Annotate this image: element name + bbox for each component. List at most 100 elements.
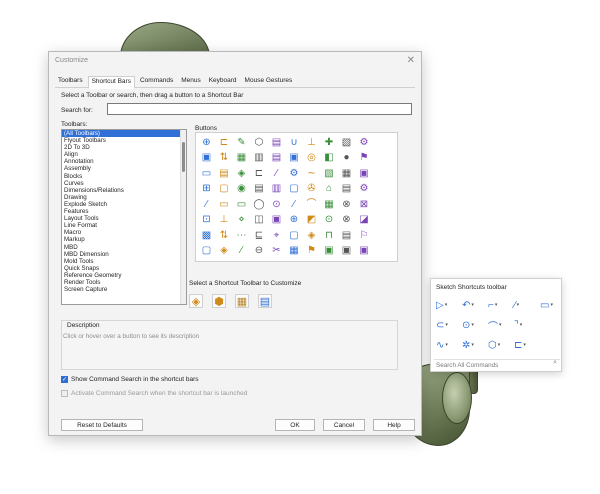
command-search-input[interactable]: Search All Commands — [434, 359, 560, 370]
command-button-icon[interactable]: ⚑ — [358, 152, 371, 165]
trim-icon[interactable]: ✲ ▾ — [462, 339, 484, 351]
command-button-icon[interactable]: ⌒ — [305, 198, 318, 211]
command-button-icon[interactable]: ⊏ — [253, 167, 266, 180]
command-button-icon[interactable]: ▣ — [270, 214, 283, 227]
command-button-icon[interactable]: ⚑ — [305, 245, 318, 258]
command-button-icon[interactable]: ⋯ — [235, 229, 248, 242]
toolbar-list-item[interactable]: Quick Snaps — [62, 265, 186, 272]
command-button-icon[interactable]: ⊥ — [218, 214, 231, 227]
command-button-icon[interactable]: ⊖ — [253, 245, 266, 258]
command-button-icon[interactable]: ● — [340, 152, 353, 165]
chevron-down-icon[interactable]: ▾ — [471, 342, 474, 348]
checkbox-checked[interactable]: ✓ — [61, 376, 68, 383]
chevron-down-icon[interactable]: ▾ — [471, 322, 474, 328]
toolbar-list-item[interactable]: (All Toolbars) — [62, 130, 186, 138]
toolbar-list-item[interactable]: Explode Sketch — [62, 201, 186, 208]
command-button-icon[interactable]: ◧ — [323, 152, 336, 165]
chevron-down-icon[interactable]: ▾ — [445, 322, 448, 328]
toolbar-list-item[interactable]: Drawing — [62, 194, 186, 201]
command-button-icon[interactable]: ▢ — [288, 183, 301, 196]
show-command-search-checkbox[interactable]: ✓ Show Command Search in the shortcut ba… — [61, 376, 199, 383]
command-button-icon[interactable]: ✂ — [270, 245, 283, 258]
command-button-icon[interactable]: ⊡ — [200, 214, 213, 227]
command-button-icon[interactable]: ◯ — [253, 198, 266, 211]
command-button-icon[interactable]: ⋄ — [235, 214, 248, 227]
chevron-down-icon[interactable]: ▾ — [517, 302, 520, 308]
command-button-icon[interactable]: ▤ — [270, 136, 283, 149]
toolbar-list-item[interactable]: Dimensions/Relations — [62, 187, 186, 194]
toolbar-list-item[interactable]: Flyout Toolbars — [62, 137, 186, 144]
toolbar-list-item[interactable]: Render Tools — [62, 279, 186, 286]
toolbar-list-item[interactable]: Layout Tools — [62, 215, 186, 222]
toolbars-scrollbar[interactable] — [180, 130, 186, 304]
fillet-icon[interactable]: ⌝ ▾ — [514, 319, 536, 331]
command-button-icon[interactable]: ⊕ — [200, 136, 213, 149]
drawing-shortcut-icon[interactable]: ▦ — [235, 294, 249, 308]
command-button-icon[interactable]: ⊑ — [253, 229, 266, 242]
select-icon[interactable]: ▷ ▾ — [436, 299, 458, 311]
toolbar-list-item[interactable]: MBD Dimension — [62, 251, 186, 258]
toolbar-list-item[interactable]: Features — [62, 208, 186, 215]
command-button-icon[interactable]: ⚐ — [358, 229, 371, 242]
command-button-icon[interactable]: ▤ — [200, 260, 213, 261]
command-button-icon[interactable]: ▣ — [323, 245, 336, 258]
feature-icon[interactable]: ⬡ ▾ — [488, 339, 510, 351]
toolbar-list-item[interactable]: Curves — [62, 180, 186, 187]
command-button-icon[interactable]: ▥ — [270, 183, 283, 196]
command-button-icon[interactable]: ▭ — [200, 167, 213, 180]
search-input[interactable] — [107, 103, 412, 115]
command-button-icon[interactable]: ⌂ — [323, 183, 336, 196]
offset-icon[interactable]: ⊏ ▾ — [514, 339, 536, 351]
command-button-icon[interactable]: ▢ — [288, 229, 301, 242]
command-button-icon[interactable]: ◎ — [305, 152, 318, 165]
command-button-icon[interactable]: ⊙ — [323, 214, 336, 227]
command-button-icon[interactable]: ⊞ — [200, 183, 213, 196]
command-button-icon[interactable]: ▢ — [200, 245, 213, 258]
command-button-icon[interactable]: ▩ — [200, 229, 213, 242]
toolbars-list[interactable]: (All Toolbars) Flyout Toolbars 2D To 3D Ali… — [61, 129, 187, 305]
command-button-icon[interactable]: ▣ — [358, 245, 371, 258]
command-button-icon[interactable]: ▭ — [218, 198, 231, 211]
command-button-icon[interactable]: ⊙ — [270, 198, 283, 211]
command-button-icon[interactable]: ▤ — [340, 183, 353, 196]
command-button-icon[interactable]: ⊗ — [340, 198, 353, 211]
ok-button[interactable]: OK — [275, 419, 315, 431]
part-shortcut-icon[interactable]: ◈ — [189, 294, 203, 308]
chevron-down-icon[interactable]: ▾ — [499, 322, 502, 328]
command-button-icon[interactable]: ⊗ — [340, 214, 353, 227]
tab-keyboard[interactable]: Keyboard — [206, 76, 240, 88]
command-button-icon[interactable]: ▣ — [358, 167, 371, 180]
command-button-icon[interactable]: ⌖ — [270, 229, 283, 242]
command-button-icon[interactable]: ▦ — [288, 245, 301, 258]
command-button-icon[interactable]: ◩ — [305, 214, 318, 227]
tab-toolbars[interactable]: Toolbars — [55, 76, 86, 88]
reset-to-defaults-button[interactable]: Reset to Defaults — [61, 419, 143, 431]
assembly-shortcut-icon[interactable]: ⬢ — [212, 294, 226, 308]
command-button-icon[interactable]: ⊏ — [218, 136, 231, 149]
search-icon[interactable]: ⌕ — [553, 359, 557, 367]
scroll-thumb[interactable] — [182, 142, 185, 172]
chevron-down-icon[interactable]: ▾ — [523, 342, 526, 348]
command-button-icon[interactable]: ▢ — [218, 183, 231, 196]
command-button-icon[interactable]: ✎ — [235, 136, 248, 149]
toolbar-list-item[interactable]: Markup — [62, 236, 186, 243]
command-button-icon[interactable]: ▤ — [253, 183, 266, 196]
toolbar-list-item[interactable]: Macro — [62, 229, 186, 236]
chevron-down-icon[interactable]: ▾ — [445, 302, 448, 308]
command-button-icon[interactable]: ⇅ — [218, 152, 231, 165]
spline-icon[interactable]: ∿ ▾ — [436, 339, 458, 351]
tab-mouse-gestures[interactable]: Mouse Gestures — [242, 76, 296, 88]
tab-menus[interactable]: Menus — [178, 76, 204, 88]
sketch-shortcut-icon[interactable]: ▤ — [258, 294, 272, 308]
command-button-icon[interactable]: ⊠ — [358, 198, 371, 211]
command-button-icon[interactable]: ∕ — [235, 245, 248, 258]
tab-shortcut-bars[interactable]: Shortcut Bars — [87, 76, 135, 89]
cancel-button[interactable]: Cancel — [323, 419, 365, 431]
chevron-down-icon[interactable]: ▾ — [445, 342, 448, 348]
rectangle-icon[interactable]: ▭ ▾ — [540, 299, 562, 311]
toolbar-list-item[interactable]: Screen Capture — [62, 286, 186, 293]
command-button-icon[interactable]: ▣ — [200, 152, 213, 165]
command-button-icon[interactable]: ▥ — [253, 152, 266, 165]
arc-icon[interactable]: ⌒ ▾ — [488, 319, 510, 333]
command-button-icon[interactable]: ∼ — [305, 167, 318, 180]
